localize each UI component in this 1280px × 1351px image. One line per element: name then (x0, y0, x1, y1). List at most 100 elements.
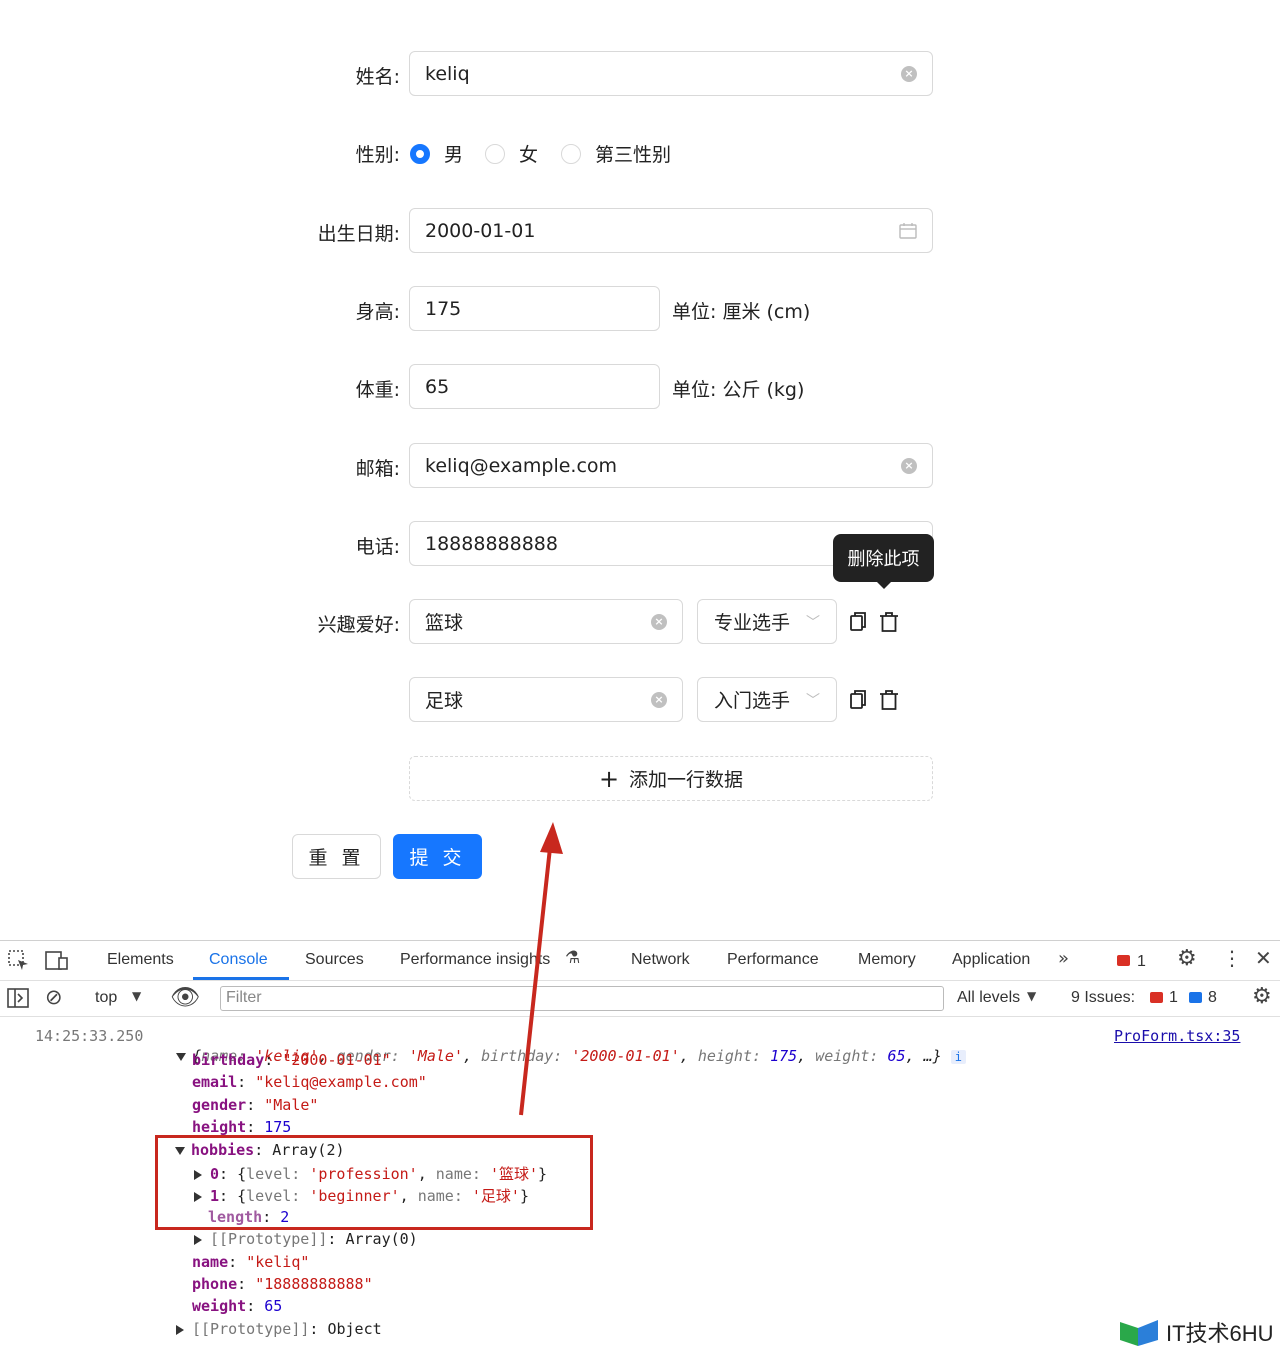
copy-icon[interactable] (848, 611, 868, 633)
birthday-picker[interactable]: 2000-01-01 (409, 208, 933, 253)
gender-radio-third[interactable]: 第三性别 (561, 140, 671, 167)
expand-triangle-icon[interactable] (176, 1052, 187, 1061)
height-label: 身高: (355, 301, 400, 323)
close-icon[interactable]: ✕ (1255, 946, 1272, 970)
prop-gender: gender: "Male" (192, 1096, 319, 1114)
hobby-name-input[interactable]: 足球 × (409, 677, 683, 722)
email-label: 邮箱: (355, 458, 400, 480)
devtools-tab-elements[interactable]: Elements (107, 951, 174, 969)
devtools-tab-console[interactable]: Console (209, 951, 268, 969)
issues-label[interactable]: 9 Issues: (1071, 989, 1135, 1007)
clear-icon[interactable]: × (651, 691, 667, 708)
prop-email: email: "keliq@example.com" (192, 1073, 427, 1091)
clear-icon[interactable]: × (651, 613, 667, 630)
devtools-tab-memory[interactable]: Memory (858, 951, 916, 969)
clear-icon[interactable]: × (901, 457, 917, 474)
height-unit: 单位: 厘米 (cm) (672, 301, 811, 323)
gender-radio-male[interactable]: 男 (410, 140, 463, 167)
devtools-tab-performance[interactable]: Performance (727, 951, 819, 969)
name-label: 姓名: (355, 66, 400, 88)
collapsed-triangle-icon[interactable] (194, 1234, 202, 1245)
settings-gear-icon[interactable]: ⚙ (1177, 946, 1197, 971)
devtools-tab-sources[interactable]: Sources (305, 951, 364, 969)
log-source-link[interactable]: ProForm.tsx:35 (1114, 1027, 1240, 1045)
error-badge-icon (1117, 955, 1130, 966)
gender-radio-female[interactable]: 女 (485, 140, 538, 167)
devtools-tab-application[interactable]: Application (952, 951, 1030, 969)
console-settings-gear-icon[interactable]: ⚙ (1252, 984, 1272, 1009)
calendar-icon (899, 222, 917, 239)
inspect-element-icon[interactable] (8, 950, 30, 972)
height-value: 175 (425, 297, 462, 320)
log-levels-select[interactable]: All levels (957, 989, 1020, 1007)
error-count[interactable]: 1 (1137, 953, 1146, 971)
console-filter-input[interactable]: Filter (220, 986, 944, 1011)
add-row-label: 添加一行数据 (629, 769, 744, 791)
prop-height: height: 175 (192, 1118, 292, 1136)
hobby-name-value: 足球 (425, 690, 464, 712)
info-icon[interactable]: i (950, 1050, 966, 1064)
issues-error-count: 1 (1169, 989, 1178, 1006)
weight-label: 体重: (355, 379, 400, 401)
email-value: keliq@example.com (425, 454, 618, 477)
name-value: keliq (425, 62, 470, 85)
context-selector[interactable]: top (95, 989, 117, 1007)
hobby-name-value: 篮球 (425, 612, 464, 634)
info-badge-icon (1189, 992, 1202, 1003)
clear-icon[interactable]: × (901, 65, 917, 82)
watermark-logo-icon (1120, 1320, 1158, 1346)
delete-icon[interactable] (879, 689, 899, 711)
delete-icon[interactable] (879, 611, 899, 633)
reset-button[interactable]: 重 置 (292, 834, 381, 879)
devtools-tab-performance-insights[interactable]: Performance insights (400, 951, 550, 969)
copy-icon[interactable] (848, 689, 868, 711)
name-input[interactable]: keliq × (409, 51, 933, 96)
radio-unchecked-icon (561, 143, 581, 164)
hobby-level-value: 专业选手 (714, 612, 791, 634)
more-tabs-icon[interactable]: » (1058, 948, 1069, 969)
flask-icon: ⚗ (565, 948, 581, 968)
hobby-level-select[interactable]: 专业选手 ﹀ (697, 599, 837, 644)
submit-button[interactable]: 提 交 (393, 834, 482, 879)
annotation-highlight-box (155, 1135, 593, 1230)
weight-unit: 单位: 公斤 (kg) (672, 379, 805, 401)
device-toolbar-icon[interactable] (45, 950, 69, 972)
prop-object-prototype[interactable]: [[Prototype]]: Object (176, 1320, 382, 1338)
weight-input[interactable]: 65 (409, 364, 660, 409)
weight-value: 65 (425, 375, 450, 398)
height-input[interactable]: 175 (409, 286, 660, 331)
email-input[interactable]: keliq@example.com × (409, 443, 933, 488)
collapsed-triangle-icon[interactable] (176, 1324, 184, 1335)
birthday-value: 2000-01-01 (425, 219, 536, 242)
hobby-name-input[interactable]: 篮球 × (409, 599, 683, 644)
hobby-level-value: 入门选手 (714, 690, 791, 712)
clear-console-icon[interactable]: ⊘ (45, 985, 63, 1009)
filter-placeholder: Filter (226, 989, 262, 1006)
phone-label: 电话: (355, 536, 400, 558)
prop-phone: phone: "18888888888" (192, 1275, 373, 1293)
sidebar-toggle-icon[interactable] (7, 988, 29, 1008)
error-badge-icon (1150, 992, 1163, 1003)
radio-unchecked-icon (485, 143, 505, 164)
prop-name: name: "keliq" (192, 1253, 310, 1271)
hobby-level-select[interactable]: 入门选手 ﹀ (697, 677, 837, 722)
log-timestamp: 14:25:33.250 (35, 1027, 144, 1045)
delete-tooltip: 删除此项 (833, 534, 934, 589)
watermark: IT技术6HU (1118, 1316, 1274, 1348)
hobbies-label: 兴趣爱好: (317, 614, 400, 636)
eye-icon[interactable]: 👁 (170, 983, 200, 1011)
gender-label: 性别: (355, 144, 400, 166)
devtools-tab-network[interactable]: Network (631, 951, 690, 969)
add-row-button[interactable]: + 添加一行数据 (409, 756, 933, 801)
prop-birthday: birthday: "2000-01-01" (192, 1051, 391, 1069)
birthday-label: 出生日期: (317, 223, 400, 245)
active-tab-underline (193, 977, 289, 980)
prop-weight: weight: 65 (192, 1297, 283, 1315)
issues-info-count: 8 (1208, 989, 1217, 1006)
chevron-down-icon: ﹀ (806, 614, 820, 631)
radio-label: 女 (519, 144, 539, 166)
radio-label: 第三性别 (595, 144, 672, 166)
more-options-icon[interactable]: ⋮ (1222, 946, 1242, 970)
prop-array-prototype[interactable]: [[Prototype]]: Array(0) (194, 1230, 418, 1248)
radio-label: 男 (444, 144, 464, 166)
